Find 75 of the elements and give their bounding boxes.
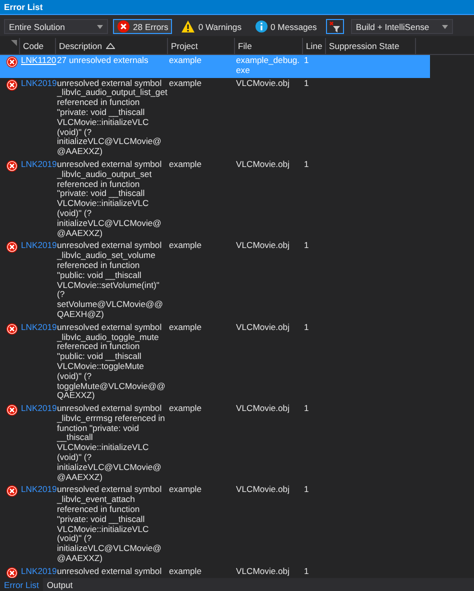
column-header[interactable]: Suppression State [326, 38, 416, 54]
error-icon [6, 241, 18, 254]
error-code-link[interactable]: LNK2019 [21, 322, 57, 332]
table-cell-text: unresolved external symbol _libvlc_errmsg referenced in function "private: void __thiscall VLCMovie::initializeVLC (void)" (?initializeVLC@VLCMovie@@AAEXXZ) [56, 404, 166, 482]
table-cell-text: unresolved external symbol [56, 566, 163, 578]
panel-tab[interactable]: Error List [0, 578, 43, 591]
error-code-link[interactable]: LNK2019 [21, 484, 57, 494]
error-icon [6, 56, 18, 68]
warning-icon [181, 20, 196, 33]
error-code-link[interactable]: LNK2019 [21, 78, 57, 88]
table-cell-text: 1 [303, 160, 310, 171]
error-icon [6, 404, 18, 416]
table-cell-text: example [168, 566, 202, 578]
source-dropdown[interactable]: Build + IntelliSense [350, 19, 453, 34]
table-cell-text: 1 [303, 78, 310, 90]
table-cell-text: example [168, 485, 202, 496]
error-icon [6, 160, 18, 172]
table-cell-text: VLCMovie.obj [235, 566, 290, 578]
table-cell-text: 1 [303, 566, 310, 578]
error-icon [117, 20, 130, 33]
column-header[interactable]: Project [168, 38, 235, 54]
error-code-link[interactable]: LNK2019 [21, 158, 57, 169]
table-cell-text: VLCMovie.obj [235, 322, 290, 334]
filter-button[interactable]: 0 Warnings [177, 19, 246, 34]
table-cell-text: unresolved external symbol _libvlc_audio_output_set referenced in function "private: void __thiscall VLCMovie::initializeVLC (void)" (?initializeVLC@VLCMovie@@AAEXXZ) [56, 160, 163, 238]
table-cell-text: 1 [303, 485, 310, 496]
filter-button[interactable]: 28 Errors [113, 19, 172, 34]
table-cell-text: 27 unresolved externals [56, 56, 150, 67]
error-code-link[interactable]: LNK2019 [21, 240, 57, 250]
error-row[interactable]: LNK2019unresolved external symbol _libvlc_audio_set_volume referenced in function "public: void __thiscall VLCMovie::setVolume(int)" (?setVolume@VLCMovie@@QAEXH@Z) example VLCMovie.obj 1 [0, 240, 430, 322]
table-cell-text: 1 [303, 322, 310, 334]
error-icon [6, 485, 18, 498]
column-header[interactable]: Code [20, 38, 56, 54]
error-row[interactable]: LNK2019unresolved external symbol _libvlc_errmsg referenced in function "private: void __thiscall VLCMovie::initializeVLC (void)" (?initializeVLC@VLCMovie@@AAEXXZ) example VLCMovie.obj 1 [0, 403, 430, 484]
error-code-link[interactable]: LNK2019 [21, 566, 57, 576]
error-icon [6, 566, 18, 578]
caret-icon [97, 24, 103, 28]
error-row[interactable]: LNK2019unresolved external symbol _libvlc_audio_output_set referenced in function "private: void __thiscall VLCMovie::initializeVLC (void)" (?initializeVLC@VLCMovie@@AAEXXZ) example VLCMovie.obj 1 [0, 158, 430, 240]
table-cell-text: example [168, 322, 202, 334]
table-cell-text: VLCMovie.obj [235, 241, 290, 252]
corner-icon [11, 40, 17, 46]
filter-icon[interactable] [326, 19, 344, 34]
filter-button[interactable]: 0 Messages [250, 19, 321, 34]
error-code-link[interactable]: LNK2019 [21, 403, 57, 414]
table-cell-text: example_debug.exe [235, 56, 301, 76]
table-cell-text: unresolved external symbol _libvlc_audio_set_volume referenced in function "public: void __thiscall VLCMovie::setVolume(int)" (?setVolume@VLCMovie@@QAEXH@Z) [56, 241, 164, 320]
panel-tab[interactable]: Output [42, 578, 77, 591]
table-cell-text: VLCMovie.obj [235, 485, 290, 496]
table-cell-text: example [168, 56, 202, 67]
error-icon [6, 78, 18, 91]
table-cell-text: 1 [303, 404, 310, 416]
table-cell-text: example [168, 241, 202, 252]
scope-dropdown[interactable]: Entire Solution [4, 19, 108, 34]
column-header[interactable]: Description [56, 38, 168, 54]
table-cell-text: example [168, 78, 202, 90]
info-icon [254, 20, 268, 33]
table-cell-text: example [168, 404, 202, 416]
table-cell-text: VLCMovie.obj [235, 404, 290, 416]
table-cell-text: 1 [303, 241, 310, 252]
error-icon [6, 322, 18, 335]
table-cell-text: unresolved external symbol _libvlc_audio_output_list_get referenced in function "private: void __thiscall VLCMovie::initializeVLC (void)" (?initializeVLC@VLCMovie@@AAEXXZ) [56, 78, 168, 157]
caret-icon [442, 24, 448, 28]
table-cell-text: 1 [303, 56, 310, 67]
table-cell-text: unresolved external symbol _libvlc_audio_toggle_mute referenced in function "public: void __thiscall VLCMovie::toggleMute (void)" (?toggleMute@VLCMovie@@QAEXXZ) [56, 322, 166, 402]
panel-title: Error List [0, 0, 474, 15]
table-cell-text: unresolved external symbol _libvlc_event_attach referenced in function "private: void __thiscall VLCMovie::initializeVLC (void)" (?initializeVLC@VLCMovie@@AAEXXZ) [56, 485, 163, 564]
error-row[interactable]: LNK2019unresolved external symbol example VLCMovie.obj 1 [0, 566, 430, 578]
table-cell-text: example [168, 160, 202, 171]
table-cell-text: VLCMovie.obj [235, 160, 290, 171]
sort-icon [106, 43, 115, 49]
error-row[interactable]: LNK2019unresolved external symbol _libvlc_event_attach referenced in function "private: void __thiscall VLCMovie::initializeVLC (void)" (?initializeVLC@VLCMovie@@AAEXXZ) example VLCMovie.obj 1 [0, 484, 430, 566]
table-cell-text: VLCMovie.obj [235, 78, 290, 90]
column-header[interactable]: Line [303, 38, 326, 54]
column-header[interactable]: File [235, 38, 303, 54]
error-row[interactable]: LNK2019unresolved external symbol _libvlc_audio_toggle_mute referenced in function "public: void __thiscall VLCMovie::toggleMute (void)" (?toggleMute@VLCMovie@@QAEXXZ) example VLCMovie.obj 1 [0, 322, 430, 404]
